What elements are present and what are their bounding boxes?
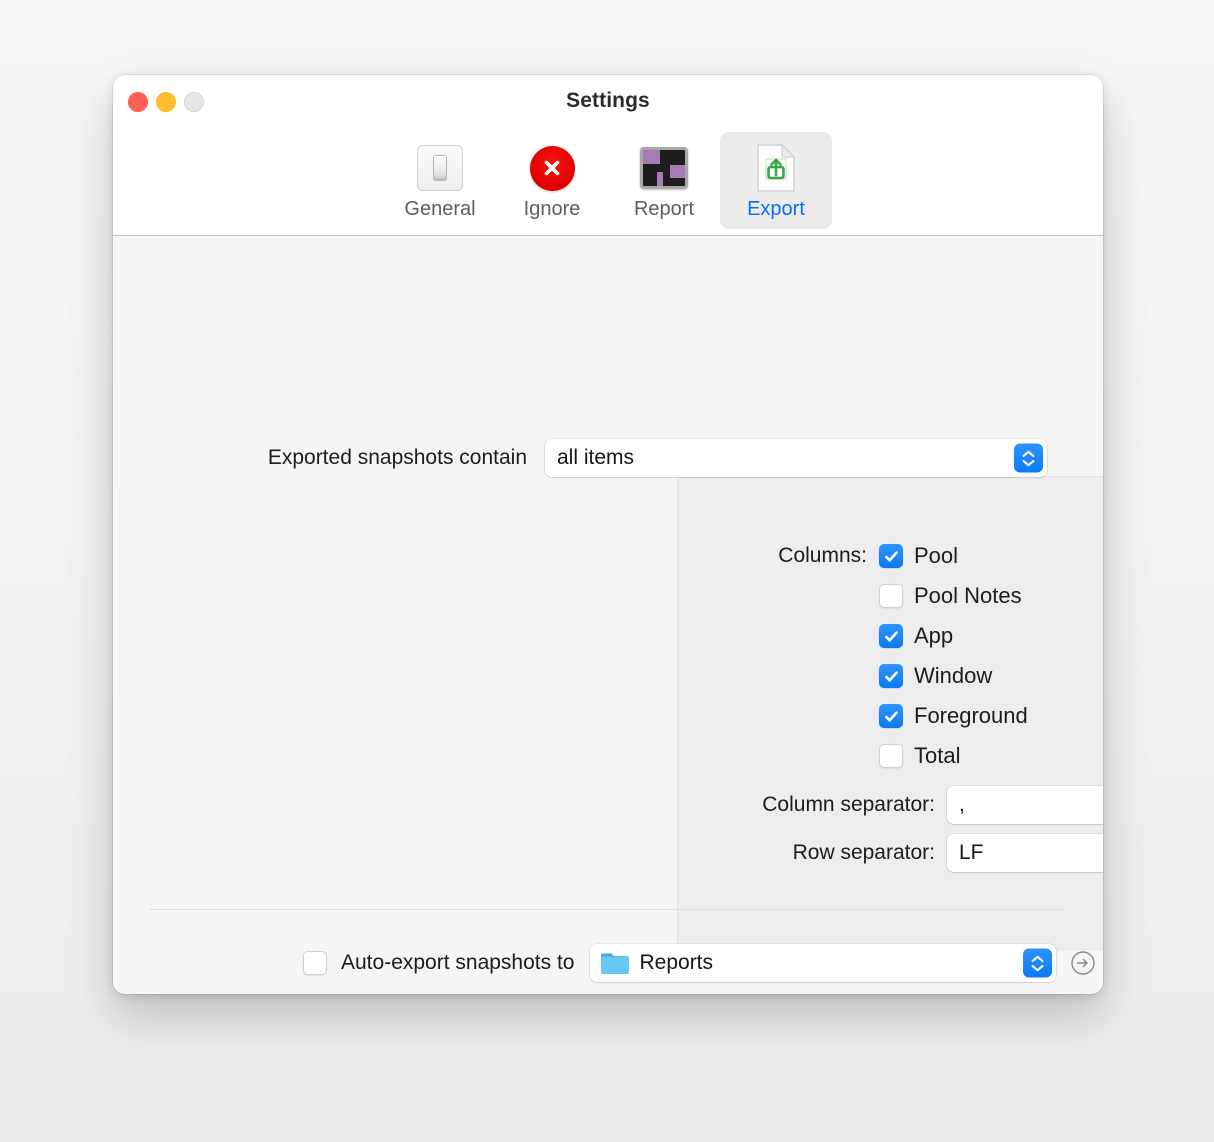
checkbox-pool[interactable] [879, 544, 903, 568]
folder-icon [600, 951, 630, 975]
tab-report[interactable]: Report [608, 132, 720, 229]
divider-line-upper [150, 909, 1064, 910]
tab-ignore[interactable]: Ignore [496, 132, 608, 229]
toolbar-tabs: General Ignore Report Export [113, 132, 1103, 229]
checkbox-auto-export[interactable] [303, 951, 327, 975]
tab-ignore-label: Ignore [523, 198, 581, 220]
checkbox-total-label: Total [914, 743, 961, 768]
checkbox-app[interactable] [879, 624, 903, 648]
column-separator-label: Column separator: [762, 793, 935, 816]
row-separator-select[interactable]: LF [947, 834, 1103, 872]
tab-general-label: General [404, 198, 476, 220]
chevron-updown-icon [1014, 443, 1043, 473]
auto-export-folder-select[interactable]: Reports [590, 944, 1057, 982]
document-share-icon [756, 142, 796, 194]
window-toolbar: Settings General Ignore Report Export [113, 75, 1103, 236]
tab-export-label: Export [747, 198, 805, 220]
tab-general[interactable]: General [384, 132, 496, 229]
column-option-row: Window [677, 656, 1103, 696]
light-switch-icon [417, 142, 463, 194]
row-separator-label: Row separator: [792, 841, 935, 864]
column-separator-row: Column separator: , [677, 786, 1103, 824]
window-title: Settings [566, 89, 650, 112]
checkbox-pool-notes-label: Pool Notes [914, 583, 1022, 608]
column-separator-select[interactable]: , [947, 786, 1103, 824]
columns-label: Columns: [778, 544, 867, 567]
exported-snapshots-contain-label: Exported snapshots contain [267, 446, 527, 469]
checkbox-window-label: Window [914, 663, 993, 688]
checkbox-pool-notes[interactable] [879, 584, 903, 608]
row-separator-row: Row separator: LF [677, 834, 1103, 872]
checkbox-pool-label: Pool [914, 543, 959, 568]
auto-export-row: Auto-export snapshots to Reports [113, 944, 1103, 982]
checkbox-app-label: App [914, 623, 954, 648]
checkbox-window[interactable] [879, 664, 903, 688]
exported-snapshots-contain-select[interactable]: all items [545, 439, 1047, 477]
checkbox-total[interactable] [879, 744, 903, 768]
column-option-row: Pool Notes [677, 576, 1103, 616]
exported-snapshots-contain-value: all items [557, 446, 635, 469]
auto-export-folder-value: Reports [639, 951, 714, 974]
tab-export[interactable]: Export [720, 132, 832, 229]
column-separator-value: , [959, 793, 965, 816]
column-option-row: Foreground [677, 696, 1103, 736]
column-option-row: App [677, 616, 1103, 656]
checkbox-foreground[interactable] [879, 704, 903, 728]
auto-export-label: Auto-export snapshots to [341, 951, 575, 974]
red-stop-x-icon [529, 142, 575, 194]
reveal-in-finder-button[interactable] [1070, 950, 1096, 976]
chevron-updown-icon [1023, 948, 1053, 978]
checkbox-foreground-label: Foreground [914, 703, 1028, 728]
export-settings-pane: Columns: Pool Pool Notes App Window Fore… [113, 236, 1103, 993]
exported-snapshots-contain-row: Exported snapshots contain all items [113, 439, 1103, 477]
tab-report-label: Report [633, 198, 695, 220]
settings-window: Settings General Ignore Report Export Co… [113, 75, 1103, 994]
column-option-row: Total [677, 736, 1103, 776]
column-option-row: Columns: Pool [677, 536, 1103, 576]
screen-blocks-icon [640, 142, 688, 194]
export-options-groupbox: Columns: Pool Pool Notes App Window Fore… [677, 476, 1103, 950]
row-separator-value: LF [959, 841, 984, 864]
columns-list: Columns: Pool Pool Notes App Window Fore… [677, 536, 1103, 872]
